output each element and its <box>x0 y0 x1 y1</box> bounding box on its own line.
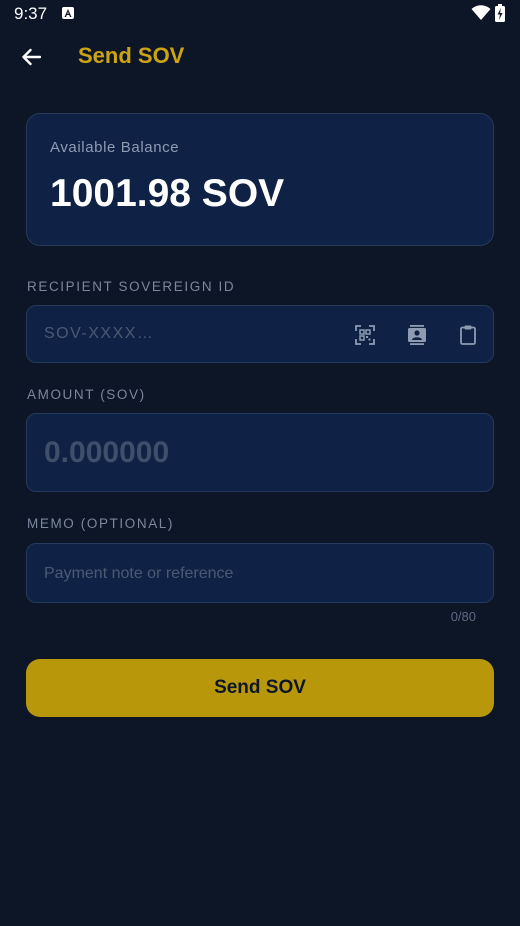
arrow-left-icon <box>22 48 41 66</box>
contacts-button[interactable] <box>404 322 430 348</box>
notification-app-icon <box>62 7 74 19</box>
recipient-placeholder: SOV-XXXX… <box>44 325 155 342</box>
send-button[interactable]: Send SOV <box>26 659 494 717</box>
amount-placeholder: 0.000000 <box>44 436 170 469</box>
send-sov-screen: 9:37 Send SOV Available Balance 1001.98 … <box>0 0 520 926</box>
balance-label: Available Balance <box>50 139 180 156</box>
battery-icon <box>495 4 505 27</box>
clipboard-icon <box>460 325 476 345</box>
status-time: 9:37 <box>14 4 48 23</box>
recipient-input[interactable]: SOV-XXXX… <box>26 305 494 363</box>
memo-char-counter: 0/80 <box>450 609 476 624</box>
scan-qr-button[interactable] <box>352 322 378 348</box>
page-title: Send SOV <box>78 43 185 68</box>
back-button[interactable] <box>14 40 48 74</box>
app-bar: Send SOV <box>0 28 520 86</box>
wifi-icon <box>471 5 491 26</box>
balance-card: Available Balance 1001.98 SOV <box>26 113 494 246</box>
memo-label: MEMO (OPTIONAL) <box>27 516 175 531</box>
qr-scan-icon <box>355 325 375 345</box>
paste-button[interactable] <box>455 322 481 348</box>
memo-placeholder: Payment note or reference <box>44 565 234 582</box>
balance-value: 1001.98 SOV <box>50 172 285 215</box>
amount-label: AMOUNT (SOV) <box>27 387 146 402</box>
memo-input[interactable]: Payment note or reference <box>26 543 494 603</box>
contacts-icon <box>408 325 426 345</box>
recipient-label: RECIPIENT SOVEREIGN ID <box>27 279 236 294</box>
status-bar: 9:37 <box>0 0 520 28</box>
amount-input[interactable]: 0.000000 <box>26 413 494 492</box>
